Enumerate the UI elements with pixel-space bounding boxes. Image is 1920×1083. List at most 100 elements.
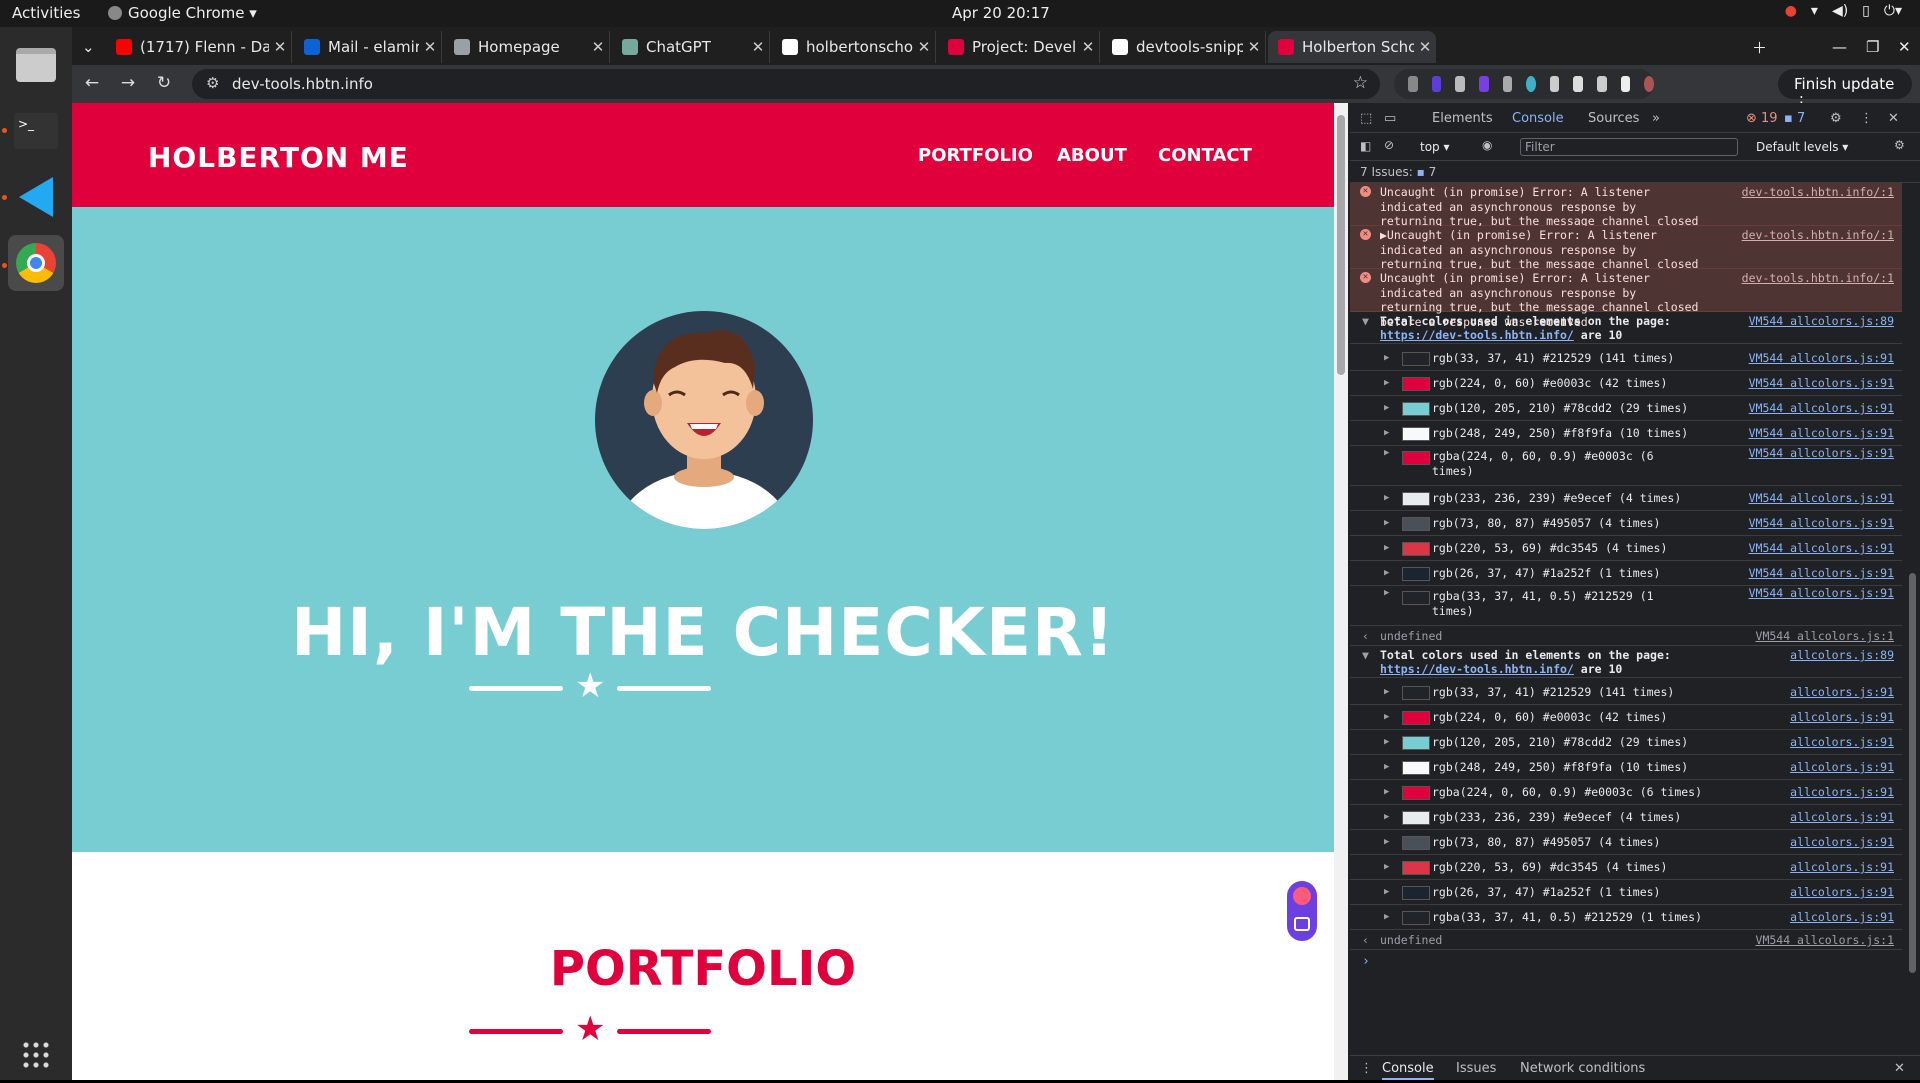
- nav-link-about[interactable]: ABOUT: [1057, 145, 1127, 166]
- issues-bar[interactable]: 7 Issues: ▪ 7: [1350, 161, 1920, 183]
- close-devtools-icon[interactable]: ✕: [1888, 111, 1899, 126]
- tab-close-icon[interactable]: ✕: [747, 38, 769, 56]
- site-info-icon[interactable]: ⚙: [206, 74, 219, 92]
- source-link[interactable]: allcolors.js:91: [1790, 680, 1894, 705]
- system-tray[interactable]: ● ▾ ◀) ▯ ⏻▾: [1785, 3, 1902, 19]
- color-row[interactable]: ▶ rgb(233, 236, 239) #e9ecef (4 times) all…: [1350, 805, 1902, 830]
- clear-console-icon[interactable]: ⊘: [1384, 138, 1394, 152]
- color-row[interactable]: ▶ rgb(220, 53, 69) #dc3545 (4 times) VM544…: [1350, 536, 1902, 561]
- expand-triangle-icon[interactable]: ▶: [1384, 755, 1389, 780]
- source-link[interactable]: allcolors.js:91: [1790, 755, 1894, 780]
- activities-button[interactable]: Activities: [12, 4, 80, 22]
- browser-tab[interactable]: Project: Developer✕: [938, 31, 1100, 63]
- source-link[interactable]: VM544 allcolors.js:91: [1749, 511, 1894, 536]
- files-app-icon[interactable]: [8, 37, 64, 93]
- color-row[interactable]: ▶ rgb(120, 205, 210) #78cdd2 (29 times) VM…: [1350, 396, 1902, 421]
- tab-close-icon[interactable]: ✕: [419, 38, 441, 56]
- inspect-element-icon[interactable]: ⬚: [1360, 111, 1372, 126]
- expand-triangle-icon[interactable]: ▶: [1384, 730, 1389, 755]
- color-row[interactable]: ▶ rgb(33, 37, 41) #212529 (141 times) allc…: [1350, 680, 1902, 705]
- source-link[interactable]: dev-tools.hbtn.info/:1: [1742, 185, 1894, 200]
- browser-tab[interactable]: Holberton School -✕: [1268, 31, 1436, 63]
- clock[interactable]: Apr 20 20:17: [952, 4, 1050, 22]
- source-link[interactable]: dev-tools.hbtn.info/:1: [1742, 228, 1894, 243]
- show-apps-icon[interactable]: [8, 1027, 64, 1083]
- app-menu[interactable]: Google Chrome ▾: [108, 4, 257, 22]
- console-group-header[interactable]: ▼ Total colors used in elements on the pa…: [1350, 314, 1902, 344]
- devtools-menu-icon[interactable]: ⋮: [1860, 111, 1873, 126]
- extension-icon[interactable]: [1526, 76, 1536, 92]
- source-link[interactable]: VM544 allcolors.js:91: [1749, 486, 1894, 511]
- color-row[interactable]: ▶ rgb(248, 249, 250) #f8f9fa (10 times) al…: [1350, 755, 1902, 780]
- expand-triangle-icon[interactable]: ▶: [1384, 486, 1389, 511]
- profile-avatar[interactable]: [1644, 76, 1655, 92]
- expand-triangle-icon[interactable]: ▶: [1384, 561, 1389, 586]
- source-link[interactable]: allcolors.js:91: [1790, 830, 1894, 855]
- terminal-app-icon[interactable]: >_: [8, 103, 64, 159]
- extension-icon[interactable]: [1502, 76, 1513, 92]
- color-row[interactable]: ▶ rgb(224, 0, 60) #e0003c (42 times) allco…: [1350, 705, 1902, 730]
- title-link[interactable]: https://dev-tools.hbtn.info/: [1380, 328, 1574, 342]
- source-link[interactable]: VM544 allcolors.js:91: [1749, 371, 1894, 396]
- console-settings-icon[interactable]: ⚙: [1894, 138, 1905, 152]
- expand-triangle-icon[interactable]: ▶: [1384, 536, 1389, 561]
- color-row[interactable]: ▶ rgba(224, 0, 60, 0.9) #e0003c (6 times)…: [1350, 780, 1902, 805]
- floating-assistant-widget[interactable]: [1284, 878, 1320, 944]
- log-levels-dropdown[interactable]: Default levels ▾: [1756, 140, 1848, 154]
- color-row[interactable]: ▶ rgb(26, 37, 47) #1a252f (1 times) allcol…: [1350, 880, 1902, 905]
- source-link[interactable]: allcolors.js:91: [1790, 780, 1894, 805]
- expand-triangle-icon[interactable]: ▶: [1384, 511, 1389, 536]
- color-row[interactable]: ▶ rgba(33, 37, 41, 0.5) #212529 (1 times)…: [1350, 586, 1902, 626]
- source-link[interactable]: VM544 allcolors.js:91: [1749, 561, 1894, 586]
- browser-tab[interactable]: Mail - elamir elothm✕: [294, 31, 442, 63]
- more-tabs-icon[interactable]: »: [1652, 111, 1660, 126]
- expand-triangle-icon[interactable]: ▶: [1384, 421, 1389, 446]
- tab-close-icon[interactable]: ✕: [269, 38, 291, 56]
- expand-triangle-icon[interactable]: ▶: [1384, 446, 1389, 461]
- expand-triangle-icon[interactable]: ▶: [1384, 586, 1389, 601]
- color-row[interactable]: ▶ rgb(120, 205, 210) #78cdd2 (29 times) al…: [1350, 730, 1902, 755]
- drawer-tab-issues[interactable]: Issues: [1456, 1061, 1496, 1076]
- eyedropper-icon[interactable]: [1549, 76, 1560, 92]
- console-error-message[interactable]: ✕ Uncaught (in promise) Error: A listener…: [1350, 183, 1902, 243]
- drawer-tab-network-conditions[interactable]: Network conditions: [1520, 1061, 1645, 1076]
- expand-triangle-icon[interactable]: ▶: [1384, 705, 1389, 730]
- browser-tab[interactable]: Homepage ✕: [444, 31, 610, 63]
- expand-triangle-icon[interactable]: ▶: [1384, 680, 1389, 705]
- tab-search-button[interactable]: ⌄: [72, 31, 110, 63]
- tab-close-icon[interactable]: ✕: [1414, 38, 1436, 56]
- site-brand[interactable]: HOLBERTON ME: [148, 141, 409, 174]
- source-link[interactable]: allcolors.js:89: [1790, 648, 1894, 662]
- color-row[interactable]: ▶ rgb(220, 53, 69) #dc3545 (4 times) allco…: [1350, 855, 1902, 880]
- console-error-message[interactable]: ✕ Uncaught (in promise) Error: A listener…: [1350, 269, 1902, 329]
- power-menu-icon[interactable]: ⏻▾: [1884, 3, 1902, 19]
- close-drawer-icon[interactable]: ✕: [1894, 1061, 1905, 1076]
- source-link[interactable]: VM544 allcolors.js:91: [1749, 536, 1894, 561]
- extension-icon[interactable]: [1408, 76, 1418, 92]
- tab-close-icon[interactable]: ✕: [1243, 38, 1265, 56]
- console-scrollbar[interactable]: [1906, 183, 1918, 1031]
- nav-link-contact[interactable]: CONTACT: [1158, 145, 1252, 166]
- new-tab-button[interactable]: ＋: [1742, 31, 1772, 63]
- color-row[interactable]: ▶ rgb(26, 37, 47) #1a252f (1 times) VM544 …: [1350, 561, 1902, 586]
- title-link[interactable]: https://dev-tools.hbtn.info/: [1380, 662, 1574, 676]
- source-link[interactable]: VM544 allcolors.js:91: [1749, 586, 1894, 601]
- source-link[interactable]: allcolors.js:91: [1790, 805, 1894, 830]
- media-icon[interactable]: [1597, 76, 1607, 92]
- source-link[interactable]: VM544 allcolors.js:91: [1749, 446, 1894, 461]
- close-window-button[interactable]: ✕: [1888, 31, 1918, 63]
- color-row[interactable]: ▶ rgb(33, 37, 41) #212529 (141 times) VM54…: [1350, 346, 1902, 371]
- tab-elements[interactable]: Elements: [1432, 111, 1493, 126]
- scrollbar-thumb[interactable]: [1337, 115, 1345, 375]
- expand-triangle-icon[interactable]: ▼: [1362, 648, 1369, 662]
- expand-triangle-icon[interactable]: ▶: [1384, 880, 1389, 905]
- source-link[interactable]: dev-tools.hbtn.info/:1: [1742, 271, 1894, 286]
- color-row[interactable]: ▶ rgba(224, 0, 60, 0.9) #e0003c (6 times)…: [1350, 446, 1902, 486]
- console-error-message[interactable]: ✕ ▶Uncaught (in promise) Error: A listene…: [1350, 226, 1902, 286]
- minimize-button[interactable]: —: [1822, 31, 1852, 63]
- console-filter-input[interactable]: Filter: [1520, 138, 1738, 156]
- tab-close-icon[interactable]: ✕: [913, 38, 935, 56]
- vscode-app-icon[interactable]: [8, 169, 64, 225]
- console-group-header[interactable]: ▼ Total colors used in elements on the pa…: [1350, 648, 1902, 678]
- assistant-icon[interactable]: [1293, 887, 1311, 905]
